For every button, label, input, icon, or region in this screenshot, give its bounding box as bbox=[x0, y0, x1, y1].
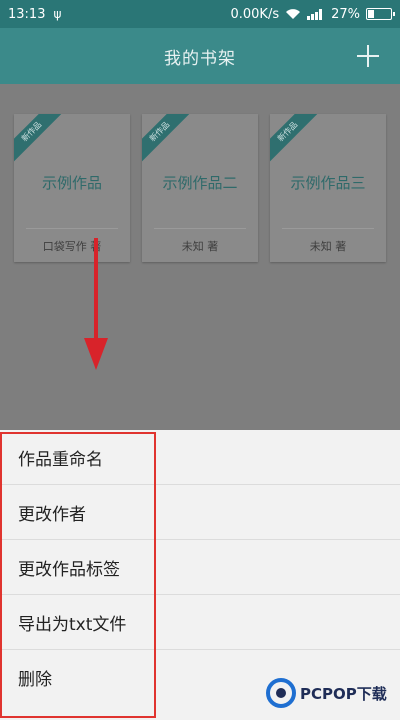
menu-item-label: 删除 bbox=[18, 670, 52, 690]
book-title: 示例作品 bbox=[41, 174, 102, 192]
book-card[interactable]: 新作品 示例作品二 未知 著 bbox=[142, 114, 258, 262]
book-author: 口袋写作 著 bbox=[42, 240, 102, 253]
menu-item-rename[interactable]: 作品重命名 bbox=[0, 430, 400, 485]
divider bbox=[282, 228, 374, 229]
pcpop-logo-icon bbox=[266, 678, 296, 708]
battery-percent: 27% bbox=[331, 6, 360, 22]
add-button[interactable] bbox=[350, 38, 386, 74]
divider bbox=[26, 228, 118, 229]
status-time: 13:13 bbox=[8, 6, 46, 22]
battery-fill bbox=[368, 10, 374, 18]
divider bbox=[154, 228, 246, 229]
menu-item-change-tags[interactable]: 更改作品标签 bbox=[0, 540, 400, 595]
book-card[interactable]: 新作品 示例作品三 未知 著 bbox=[270, 114, 386, 262]
bookshelf: 新作品 示例作品 口袋写作 著 新作品 示例作品二 未知 著 新作品 示例作品三… bbox=[0, 84, 400, 430]
wifi-icon bbox=[285, 8, 301, 20]
menu-item-change-author[interactable]: 更改作者 bbox=[0, 485, 400, 540]
menu-item-label: 作品重命名 bbox=[18, 449, 103, 470]
usb-icon: ψ bbox=[53, 7, 62, 21]
menu-item-export-txt[interactable]: 导出为txt文件 bbox=[0, 595, 400, 650]
page-title: 我的书架 bbox=[164, 48, 236, 69]
menu-item-label: 更改作品标签 bbox=[18, 559, 120, 580]
watermark-text: PCPOP下载 bbox=[300, 684, 387, 703]
pcpop-watermark: PCPOP下载 bbox=[266, 670, 396, 716]
signal-icon bbox=[307, 8, 325, 20]
plus-icon bbox=[357, 45, 379, 67]
book-card[interactable]: 新作品 示例作品 口袋写作 著 bbox=[14, 114, 130, 262]
menu-item-label: 导出为txt文件 bbox=[18, 614, 127, 635]
status-bar: 13:13 ψ 0.00K/s 27% bbox=[0, 0, 400, 28]
book-author: 未知 著 bbox=[309, 240, 347, 253]
book-title: 示例作品二 bbox=[162, 174, 238, 192]
new-badge: 新作品 bbox=[14, 114, 66, 166]
new-badge: 新作品 bbox=[142, 114, 194, 166]
menu-item-label: 更改作者 bbox=[18, 504, 86, 525]
red-arrow-annotation bbox=[84, 238, 108, 370]
book-author: 未知 著 bbox=[181, 240, 219, 253]
new-badge: 新作品 bbox=[270, 114, 322, 166]
battery-icon bbox=[366, 8, 395, 20]
book-title: 示例作品三 bbox=[290, 174, 366, 192]
app-bar: 我的书架 bbox=[0, 28, 400, 84]
network-speed: 0.00K/s bbox=[230, 6, 280, 22]
